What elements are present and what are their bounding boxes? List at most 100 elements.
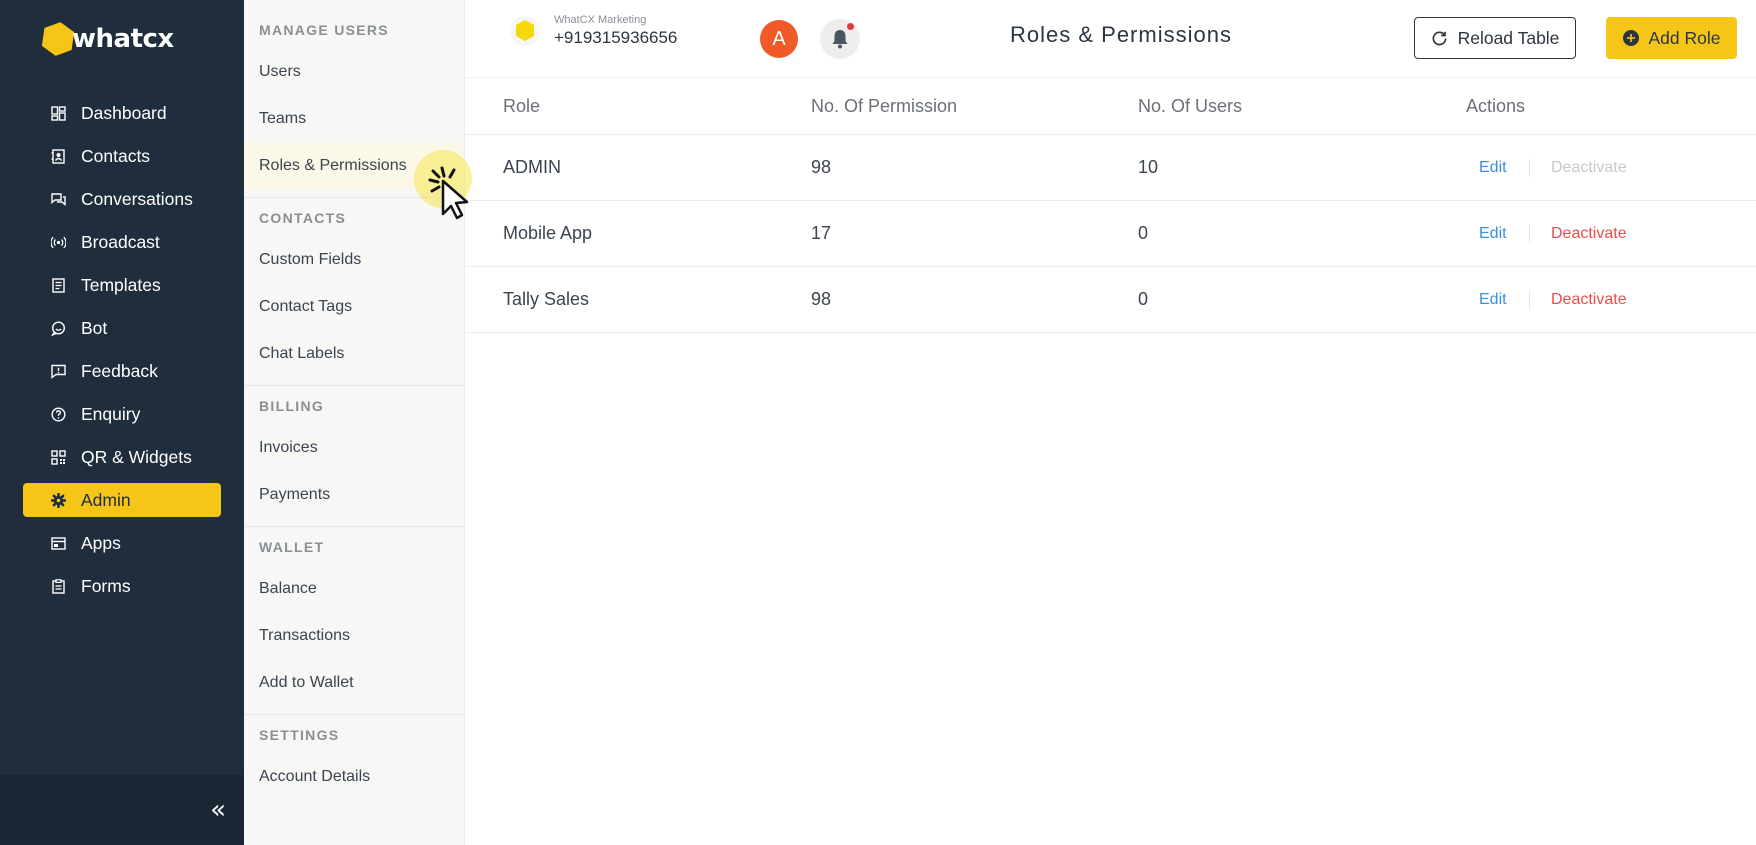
sidebar-item-label: Bot xyxy=(81,317,108,338)
column-header-permissions[interactable]: No. Of Permission xyxy=(811,78,957,134)
sidebar-item-dashboard[interactable]: Dashboard xyxy=(23,96,221,130)
action-separator xyxy=(1529,159,1530,177)
collapse-chevrons-icon[interactable]: « xyxy=(210,797,226,823)
table-row: Tally Sales 98 0 Edit Deactivate xyxy=(465,267,1756,333)
primary-sidebar: whatcx Dashboard Contacts Conversations Bro… xyxy=(0,0,244,845)
sidebar-item-contacts[interactable]: Contacts xyxy=(23,139,221,173)
dashboard-icon xyxy=(50,105,66,121)
sidebar-item-label: Templates xyxy=(81,274,161,295)
subnav-item-add-to-wallet[interactable]: Add to Wallet xyxy=(244,659,464,706)
user-count: 0 xyxy=(1138,289,1149,309)
sidebar-item-label: Broadcast xyxy=(81,231,160,252)
sidebar-item-broadcast[interactable]: Broadcast xyxy=(23,225,221,259)
broadcast-icon xyxy=(50,234,66,250)
table-body: ADMIN 98 10 Edit Deactivate Mobile App 17 0 Edit… xyxy=(465,135,1756,333)
subnav-item-invoices[interactable]: Invoices xyxy=(244,424,464,471)
deactivate-role-link[interactable]: Deactivate xyxy=(1551,201,1627,266)
sidebar-item-qr-and-widgets[interactable]: QR & Widgets xyxy=(23,440,221,474)
edit-role-link[interactable]: Edit xyxy=(1479,135,1507,200)
subnav-item-balance[interactable]: Balance xyxy=(244,565,464,612)
sidebar-item-admin[interactable]: Admin xyxy=(23,483,221,517)
roles-table: Role No. Of Permission No. Of Users Acti… xyxy=(465,78,1756,333)
sidebar-item-forms[interactable]: Forms xyxy=(23,569,221,603)
subnav-item-transactions[interactable]: Transactions xyxy=(244,612,464,659)
subnav-item-account-details[interactable]: Account Details xyxy=(244,753,464,800)
subnav-section-billing: BILLING Invoices Payments xyxy=(244,386,464,526)
user-avatar[interactable]: A xyxy=(760,20,798,58)
page-title: Roles & Permissions xyxy=(1010,22,1232,47)
subnav-item-chat-labels[interactable]: Chat Labels xyxy=(244,330,464,377)
subnav-item-contact-tags[interactable]: Contact Tags xyxy=(244,283,464,330)
section-title: MANAGE USERS xyxy=(259,22,389,38)
add-role-button[interactable]: Add Role xyxy=(1606,17,1737,59)
deactivate-role-link[interactable]: Deactivate xyxy=(1551,267,1627,332)
add-role-label: Add Role xyxy=(1648,27,1721,48)
sidebar-item-apps[interactable]: Apps xyxy=(23,526,221,560)
bot-icon xyxy=(50,320,66,336)
account-switcher[interactable]: WhatCX Marketing +919315936656 xyxy=(510,14,677,48)
action-separator xyxy=(1529,225,1530,243)
app-root: whatcx Dashboard Contacts Conversations Bro… xyxy=(0,0,1756,845)
templates-icon xyxy=(50,277,66,293)
sidebar-nav: Dashboard Contacts Conversations Broadcast T… xyxy=(23,96,221,612)
role-name: Mobile App xyxy=(503,223,593,243)
column-header-actions: Actions xyxy=(1466,95,1526,116)
table-row: ADMIN 98 10 Edit Deactivate xyxy=(465,135,1756,201)
sidebar-item-conversations[interactable]: Conversations xyxy=(23,182,221,216)
account-phone: +919315936656 xyxy=(554,28,678,47)
edit-role-link[interactable]: Edit xyxy=(1479,201,1507,266)
deactivate-role-link: Deactivate xyxy=(1551,158,1627,176)
notifications-button[interactable] xyxy=(820,19,860,59)
column-header-users[interactable]: No. Of Users xyxy=(1138,78,1242,134)
subnav-section-contacts: CONTACTS Custom Fields Contact Tags Chat La… xyxy=(244,198,464,385)
sidebar-item-label: Admin xyxy=(81,489,131,510)
role-name: Tally Sales xyxy=(503,289,590,309)
subnav-section-settings: SETTINGS Account Details xyxy=(244,715,464,808)
subnav-item-custom-fields[interactable]: Custom Fields xyxy=(244,236,464,283)
table-row: Mobile App 17 0 Edit Deactivate xyxy=(465,201,1756,267)
subnav-item-users[interactable]: Users xyxy=(244,48,464,95)
subnav-item-teams[interactable]: Teams xyxy=(244,95,464,142)
pointer-cursor-icon xyxy=(428,166,469,220)
edit-role-link[interactable]: Edit xyxy=(1479,267,1507,332)
reload-table-button[interactable]: Reload Table xyxy=(1414,17,1576,59)
bell-icon xyxy=(832,30,848,49)
section-title: WALLET xyxy=(259,539,325,555)
user-count: 10 xyxy=(1138,157,1159,177)
qr-icon xyxy=(50,449,66,465)
sidebar-item-feedback[interactable]: Feedback xyxy=(23,354,221,388)
sidebar-item-enquiry[interactable]: Enquiry xyxy=(23,397,221,431)
feedback-icon xyxy=(50,363,66,379)
contacts-icon xyxy=(50,148,66,164)
conversations-icon xyxy=(50,191,66,207)
sidebar-item-templates[interactable]: Templates xyxy=(23,268,221,302)
sidebar-item-label: QR & Widgets xyxy=(81,446,192,467)
account-logo-icon xyxy=(510,16,540,46)
sidebar-item-label: Forms xyxy=(81,575,131,596)
sidebar-item-bot[interactable]: Bot xyxy=(23,311,221,345)
permission-count: 98 xyxy=(811,157,832,177)
sidebar-item-label: Feedback xyxy=(81,360,158,381)
reload-table-label: Reload Table xyxy=(1457,27,1560,48)
account-name: WhatCX Marketing xyxy=(554,14,647,26)
sidebar-item-label: Conversations xyxy=(81,188,193,209)
top-header: WhatCX Marketing +919315936656 A Roles &… xyxy=(465,0,1756,78)
section-title: SETTINGS xyxy=(259,727,340,743)
brand-logo[interactable]: whatcx xyxy=(40,20,174,58)
permission-count: 98 xyxy=(811,289,832,309)
sidebar-item-label: Apps xyxy=(81,532,121,553)
admin-gear-icon xyxy=(50,492,66,508)
section-title: BILLING xyxy=(259,398,325,414)
column-header-role[interactable]: Role xyxy=(503,78,540,134)
logo-hexagon-icon xyxy=(41,22,75,56)
subnav-item-payments[interactable]: Payments xyxy=(244,471,464,518)
sidebar-footer: « xyxy=(0,775,244,845)
admin-subnav: MANAGE USERS Users Teams Roles & Permission… xyxy=(244,0,465,845)
account-info: WhatCX Marketing +919315936656 xyxy=(554,14,677,48)
plus-circle-icon xyxy=(1622,30,1639,46)
subnav-section-wallet: WALLET Balance Transactions Add to Wallet xyxy=(244,527,464,714)
sidebar-item-label: Contacts xyxy=(81,145,151,166)
forms-icon xyxy=(50,578,66,594)
reload-icon xyxy=(1432,30,1447,45)
brand-name: whatcx xyxy=(72,24,174,54)
